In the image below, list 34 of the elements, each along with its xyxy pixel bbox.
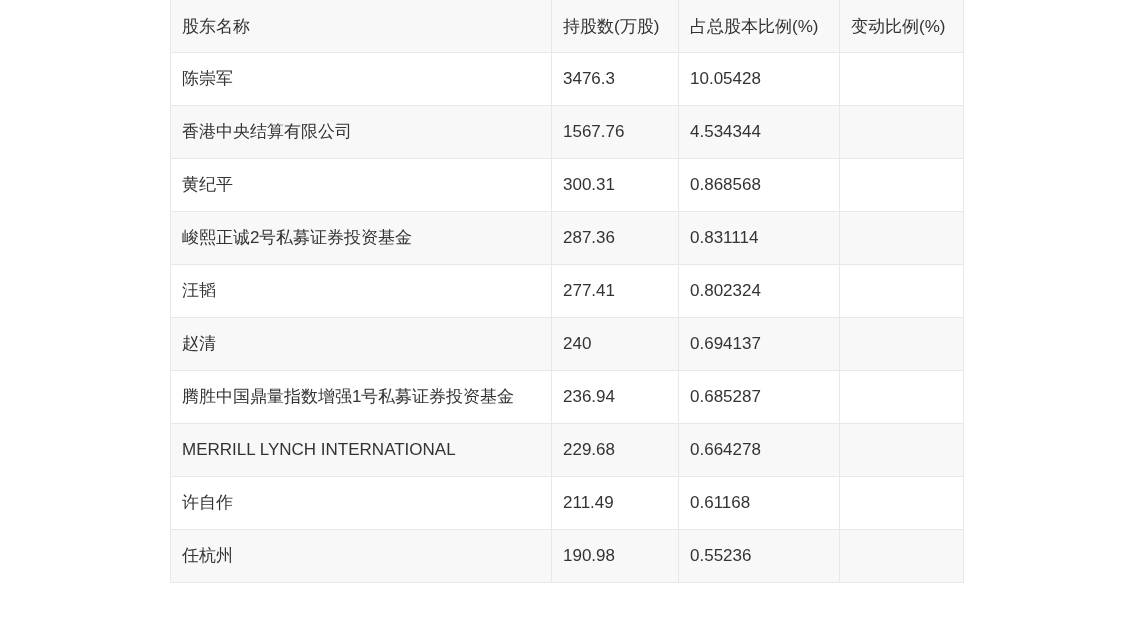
table-cell: 0.664278 xyxy=(678,423,840,477)
column-header: 变动比例(%) xyxy=(839,0,964,53)
table-cell: 0.831114 xyxy=(678,211,840,265)
table-cell: 0.55236 xyxy=(678,529,840,583)
table-cell: 任杭州 xyxy=(170,529,552,583)
table-cell: 0.694137 xyxy=(678,317,840,371)
table-cell: 0.868568 xyxy=(678,158,840,212)
table-cell: 236.94 xyxy=(551,370,679,424)
table-cell: 峻熙正诚2号私募证券投资基金 xyxy=(170,211,552,265)
table-cell: 4.534344 xyxy=(678,105,840,159)
table-cell: 0.802324 xyxy=(678,264,840,318)
table-cell: 3476.3 xyxy=(551,52,679,106)
table-cell: 0.685287 xyxy=(678,370,840,424)
table-cell: MERRILL LYNCH INTERNATIONAL xyxy=(170,423,552,477)
table-cell: 1567.76 xyxy=(551,105,679,159)
table-cell: 287.36 xyxy=(551,211,679,265)
table-cell: 229.68 xyxy=(551,423,679,477)
table-cell: 190.98 xyxy=(551,529,679,583)
table-cell: 211.49 xyxy=(551,476,679,530)
table-cell: 10.05428 xyxy=(678,52,840,106)
column-header: 持股数(万股) xyxy=(551,0,679,53)
table-cell: 赵清 xyxy=(170,317,552,371)
table-cell: 277.41 xyxy=(551,264,679,318)
table-cell: 许自作 xyxy=(170,476,552,530)
column-header: 股东名称 xyxy=(170,0,552,53)
table-cell: 陈崇军 xyxy=(170,52,552,106)
column-header: 占总股本比例(%) xyxy=(678,0,840,53)
table-cell: 香港中央结算有限公司 xyxy=(170,105,552,159)
table-cell: 240 xyxy=(551,317,679,371)
table-cell: 黄纪平 xyxy=(170,158,552,212)
table-cell: 腾胜中国鼎量指数增强1号私募证券投资基金 xyxy=(170,370,552,424)
table-cell: 300.31 xyxy=(551,158,679,212)
table-cell: 0.61168 xyxy=(678,476,840,530)
table-cell: 汪韬 xyxy=(170,264,552,318)
